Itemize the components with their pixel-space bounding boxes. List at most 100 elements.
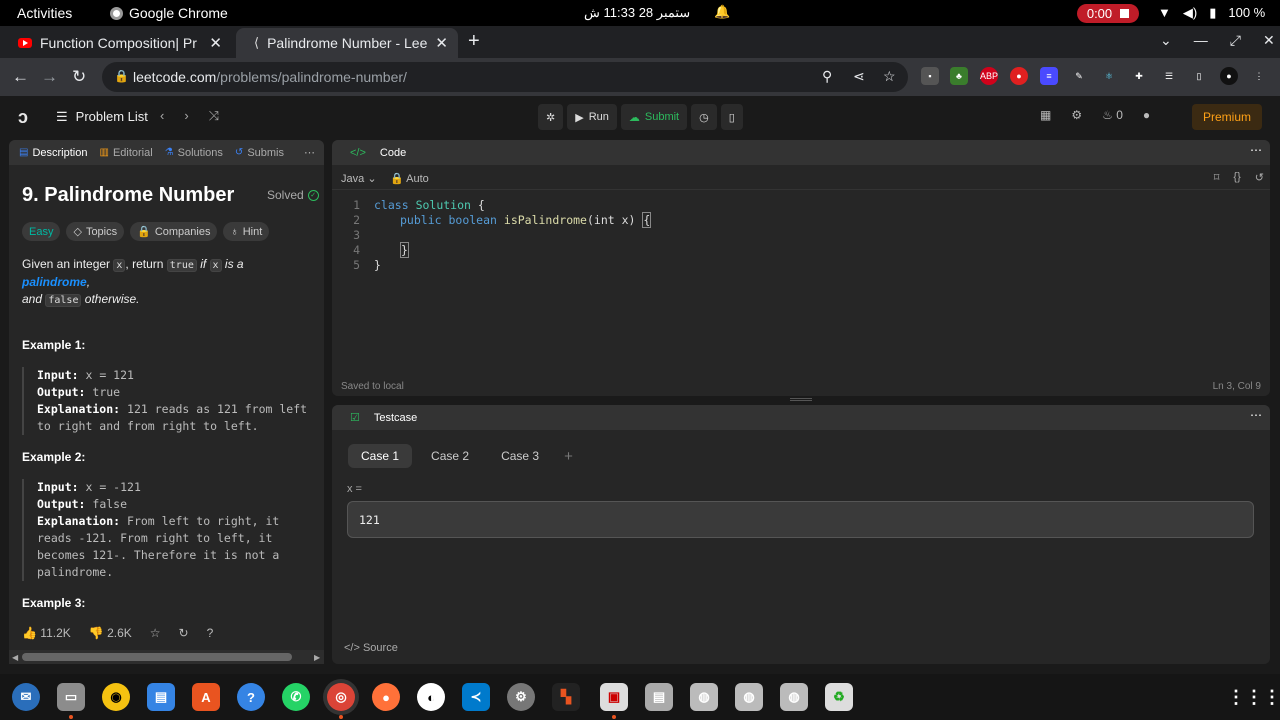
add-case-icon[interactable]: + (558, 444, 579, 468)
bookmark-icon[interactable]: ⌑ (1214, 171, 1220, 184)
chrome-menu-icon[interactable]: ⋮ (1250, 67, 1268, 85)
clock[interactable]: ستمبر 28 11:33 ش (584, 5, 690, 21)
document-icon[interactable]: ▤ (645, 683, 673, 711)
next-problem-icon[interactable]: › (184, 108, 188, 124)
like-button[interactable]: 👍 11.2K (22, 626, 71, 640)
screen-recording-indicator[interactable]: 0:00 (1077, 4, 1139, 23)
reading-list-icon[interactable]: ☰ (1160, 67, 1178, 85)
screenshot-icon[interactable]: ▣ (600, 683, 628, 711)
case-tab-2[interactable]: Case 2 (418, 444, 482, 468)
scroll-right-icon[interactable]: ▶ (314, 653, 320, 662)
code-tab[interactable]: </> Code (332, 147, 406, 159)
share-icon[interactable]: ↻ (179, 626, 189, 640)
panel-menu-icon[interactable]: ⋯ (1241, 143, 1262, 157)
activities-button[interactable]: Activities (17, 5, 72, 21)
software-center-icon[interactable]: A (192, 683, 220, 711)
case-tab-3[interactable]: Case 3 (488, 444, 552, 468)
problem-list-button[interactable]: ☰ Problem List (56, 109, 148, 125)
tree-extension-icon[interactable]: ♣ (950, 67, 968, 85)
tab-palindrome-number[interactable]: ⟨ Palindrome Number - Lee ✕ (236, 28, 458, 58)
address-bar[interactable]: 🔒 leetcode.com/problems/palindrome-numbe… (102, 62, 908, 92)
firefox-icon[interactable]: ● (372, 683, 400, 711)
minimize-icon[interactable]: — (1194, 32, 1208, 49)
share-icon[interactable]: ⋖ (853, 68, 865, 85)
panel-resize-handle[interactable] (790, 398, 812, 401)
scroll-left-icon[interactable]: ◀ (12, 653, 18, 662)
reload-icon[interactable]: ↻ (72, 67, 86, 87)
testcase-tab[interactable]: ☑ Testcase (332, 411, 417, 425)
extension-icon[interactable]: ▪ (921, 67, 939, 85)
tab-editorial[interactable]: ▥ Editorial (93, 140, 158, 165)
show-apps-grid-icon[interactable]: ⋮⋮⋮ (1227, 683, 1280, 711)
horizontal-scrollbar[interactable]: ◀ ▶ (9, 650, 324, 664)
palindrome-link[interactable]: palindrome (22, 275, 87, 289)
chrome-icon[interactable]: ◎ (327, 683, 355, 711)
companies-chip[interactable]: 🔒 Companies (130, 222, 218, 241)
help-icon[interactable]: ? (237, 683, 265, 711)
language-select[interactable]: Java ⌄ (341, 172, 377, 185)
writer-icon[interactable]: ▤ (147, 683, 175, 711)
back-arrow-icon[interactable]: ← (12, 67, 29, 87)
lock-icon[interactable]: 🔒 (114, 69, 129, 83)
search-icon[interactable]: ⚲ (822, 68, 832, 85)
star-icon[interactable]: ☆ (150, 626, 161, 640)
layout-icon[interactable]: ▦ (1040, 108, 1051, 122)
close-tab-icon[interactable]: ✕ (209, 34, 222, 52)
tab-submissions[interactable]: ↺ Submis (229, 140, 290, 165)
help-icon[interactable]: ? (207, 626, 214, 640)
leetcode-logo-icon[interactable]: ↄ (18, 107, 28, 128)
files-icon[interactable]: ▭ (57, 683, 85, 711)
close-window-icon[interactable]: ✕ (1263, 32, 1275, 49)
reset-icon[interactable]: ↺ (1255, 171, 1264, 184)
settings-gear-icon[interactable]: ⚙ (1071, 108, 1082, 122)
thunderbird-icon[interactable]: ✉ (12, 683, 40, 711)
more-tabs-icon[interactable]: ⋯ (298, 140, 321, 165)
vscode-icon[interactable]: ≺ (462, 683, 490, 711)
user-avatar[interactable]: ● (1143, 108, 1150, 122)
app-menu[interactable]: Google Chrome (110, 5, 228, 21)
testcase-input[interactable]: 121 (347, 501, 1254, 538)
forward-arrow-icon[interactable]: → (41, 67, 58, 87)
disk-icon[interactable]: ◍ (735, 683, 763, 711)
tab-function-composition[interactable]: Function Composition| Pr ✕ (0, 28, 232, 58)
auto-mode[interactable]: 🔒 Auto (390, 172, 429, 185)
maximize-icon[interactable]: ⤢ (1230, 32, 1241, 49)
trash-icon[interactable]: ♻ (825, 683, 853, 711)
system-status[interactable]: ▼ ◀) ▮ 100 % (1158, 5, 1265, 21)
react-devtools-icon[interactable]: ⚛ (1100, 67, 1118, 85)
dislike-button[interactable]: 👎 2.6K (89, 626, 132, 640)
chevron-down-icon[interactable]: ⌄ (1160, 32, 1172, 49)
prev-problem-icon[interactable]: ‹ (160, 108, 164, 124)
streak-counter[interactable]: ♨ 0 (1102, 108, 1123, 122)
side-panel-icon[interactable]: ▯ (1190, 67, 1208, 85)
whatsapp-icon[interactable]: ✆ (282, 683, 310, 711)
hint-chip[interactable]: ♁ Hint (223, 222, 270, 241)
run-button[interactable]: ▶ Run (567, 104, 617, 130)
shuffle-icon[interactable]: ⤨ (209, 108, 219, 124)
bookmark-star-icon[interactable]: ☆ (883, 68, 896, 85)
pen-icon[interactable]: ✎ (1070, 67, 1088, 85)
settings-gear-icon[interactable]: ⚙ (507, 683, 535, 711)
rhythmbox-icon[interactable]: ◉ (102, 683, 130, 711)
panel-menu-icon[interactable]: ⋯ (1241, 408, 1262, 422)
disk-icon[interactable]: ◍ (690, 683, 718, 711)
app-icon[interactable]: ▚ (552, 683, 580, 711)
case-tab-1[interactable]: Case 1 (348, 444, 413, 468)
puzzle-icon[interactable]: ✚ (1130, 67, 1148, 85)
adblock-icon[interactable]: ABP (980, 67, 998, 85)
extension-icon[interactable]: ● (1010, 67, 1028, 85)
extension-icon[interactable]: ≡ (1040, 67, 1058, 85)
format-braces-icon[interactable]: {} (1233, 171, 1240, 184)
profile-avatar[interactable]: ● (1220, 67, 1238, 85)
tab-solutions[interactable]: ⚗ Solutions (159, 140, 229, 165)
debug-button[interactable]: ✲ (538, 104, 564, 130)
premium-button[interactable]: Premium (1192, 104, 1262, 130)
new-tab-icon[interactable]: + (468, 30, 480, 53)
scrollbar-thumb[interactable] (22, 653, 292, 661)
tab-description[interactable]: ▤ Description (13, 140, 93, 165)
source-toggle[interactable]: </> Source (344, 642, 398, 654)
close-tab-icon[interactable]: ✕ (435, 34, 448, 52)
disk-icon[interactable]: ◍ (780, 683, 808, 711)
topics-chip[interactable]: ◇ Topics (66, 222, 125, 241)
github-icon[interactable]: ◐ (417, 683, 445, 711)
